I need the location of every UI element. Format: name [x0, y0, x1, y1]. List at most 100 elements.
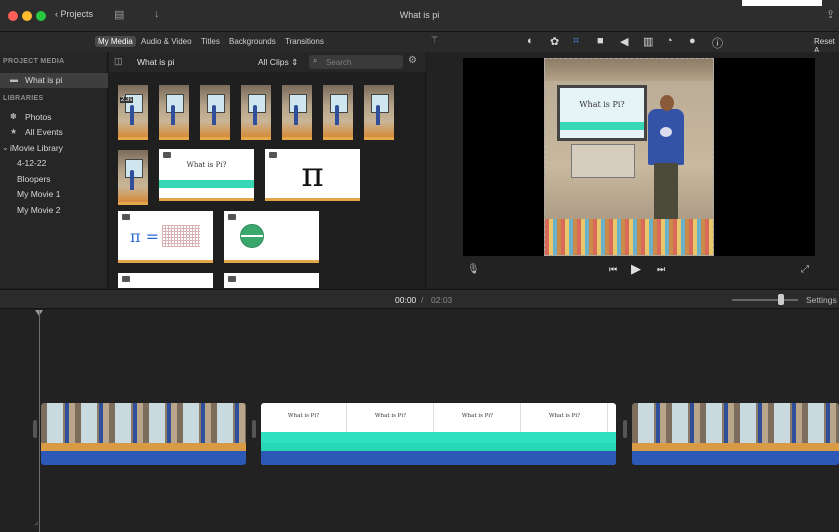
- sidebar-toggle-icon[interactable]: ◫: [114, 56, 123, 67]
- sidebar-item-event-4-12-22[interactable]: 4-12-22: [0, 156, 108, 171]
- media-clip-thumbnail[interactable]: [282, 85, 312, 140]
- slide-accent-band: [261, 432, 616, 443]
- sidebar-item-all-events[interactable]: ★ All Events: [0, 125, 108, 140]
- timeline-settings-button[interactable]: Settings: [806, 295, 837, 305]
- timeline-video-clip[interactable]: [632, 403, 839, 465]
- slide-thumbnail-partial[interactable]: [118, 273, 213, 288]
- media-clip-thumbnail[interactable]: [200, 85, 230, 140]
- search-input[interactable]: [326, 57, 398, 67]
- color-correction-icon[interactable]: ✿: [550, 35, 559, 48]
- magic-wand-icon[interactable]: ⚚: [430, 35, 439, 46]
- video-preview[interactable]: What is Pi?: [463, 58, 815, 256]
- media-browser: ◫ What is pi All Clips ⇕ ⌕ ⚙ 2.3s What i…: [109, 52, 426, 288]
- libraries-header: LIBRARIES: [3, 95, 44, 102]
- camera-icon: [122, 214, 130, 220]
- formula-slide-thumbnail[interactable]: π =: [118, 211, 213, 263]
- tv-cart: [571, 144, 635, 178]
- share-icon[interactable]: ⇪: [826, 8, 835, 21]
- camera-icon: [122, 276, 130, 282]
- playhead[interactable]: [39, 310, 40, 532]
- search-box[interactable]: ⌕: [309, 55, 403, 69]
- clip-filter-icon[interactable]: ●: [689, 35, 696, 47]
- preview-viewer: What is Pi? 🎙 ⏮ ▶ ⏭ ⤢: [427, 52, 839, 288]
- clip-trim-handle[interactable]: [33, 420, 37, 438]
- timecode-separator: /: [421, 295, 424, 305]
- top-edge-highlight: [742, 0, 822, 6]
- tab-backgrounds[interactable]: Backgrounds: [226, 36, 279, 47]
- circle-graphic: [240, 224, 264, 248]
- current-timecode: 00:00: [395, 295, 417, 305]
- play-icon[interactable]: ▶: [631, 261, 641, 277]
- timeline-title-clip[interactable]: What is Pi? What is Pi? What is Pi? What…: [261, 403, 616, 465]
- board-accent-band: [560, 122, 644, 130]
- gear-icon[interactable]: ⚙: [408, 55, 417, 66]
- project-media-header: PROJECT MEDIA: [3, 58, 65, 65]
- timeline[interactable]: What is Pi? What is Pi? What is Pi? What…: [0, 310, 839, 532]
- clip-filter-dropdown[interactable]: All Clips ⇕: [258, 57, 298, 68]
- sidebar-item-my-movie-1[interactable]: My Movie 1: [0, 187, 108, 202]
- star-icon: ★: [10, 127, 18, 136]
- noise-reduction-icon[interactable]: ▥: [643, 35, 653, 48]
- sidebar-item-photos[interactable]: ✽ Photos: [0, 110, 108, 125]
- disclosure-chevron-icon: ⌄: [2, 143, 9, 152]
- media-clip-thumbnail[interactable]: [241, 85, 271, 140]
- media-clip-thumbnail[interactable]: 2.3s: [118, 85, 148, 140]
- photos-icon: ✽: [10, 112, 17, 121]
- skip-forward-icon[interactable]: ⏭: [657, 264, 665, 275]
- skip-back-icon[interactable]: ⏮: [609, 264, 617, 275]
- volume-icon[interactable]: ◀: [620, 35, 628, 48]
- clip-audio-waveform: [41, 451, 246, 465]
- wall: [545, 59, 713, 81]
- media-browser-title: What is pi: [137, 57, 175, 67]
- clip-trim-handle[interactable]: [623, 420, 627, 438]
- presenter-legs: [654, 163, 678, 227]
- clip-filmstrip: [632, 403, 839, 443]
- presenter-head: [660, 95, 674, 111]
- slide-thumbnail-partial[interactable]: [224, 273, 319, 288]
- info-icon[interactable]: ⓘ: [712, 35, 723, 51]
- microphone-icon[interactable]: 🎙: [467, 264, 480, 275]
- sidebar-item-my-movie-2[interactable]: My Movie 2: [0, 203, 108, 218]
- clip-duration-badge: 2.3s: [120, 97, 134, 103]
- display-board: What is Pi?: [557, 85, 647, 141]
- title-slide-thumbnail[interactable]: What is Pi?: [159, 149, 254, 201]
- slide-accent-band: [159, 180, 254, 188]
- clip-audio-waveform: [261, 451, 616, 465]
- clip-audio-bar: [632, 443, 839, 451]
- clip-trim-handle[interactable]: [252, 420, 256, 438]
- clip-filmstrip: [41, 403, 246, 443]
- fullscreen-icon[interactable]: ⤢: [801, 264, 809, 275]
- sidebar-item-imovie-library[interactable]: ⌄ iMovie Library: [0, 141, 108, 156]
- media-clip-thumbnail[interactable]: [159, 85, 189, 140]
- sidebar-item-project[interactable]: ▬ What is pi: [0, 73, 108, 88]
- clip-audio-bar: [41, 443, 246, 451]
- tab-audio-video[interactable]: Audio & Video: [138, 36, 195, 47]
- stabilization-icon[interactable]: ■: [597, 35, 604, 47]
- timeline-video-clip[interactable]: [41, 403, 246, 465]
- crop-icon[interactable]: ⌗: [573, 35, 579, 48]
- sidebar-item-bloopers[interactable]: Bloopers: [0, 172, 108, 187]
- color-balance-icon[interactable]: ◐: [527, 35, 534, 47]
- zoom-slider-knob[interactable]: [778, 294, 784, 305]
- camera-icon: [163, 152, 171, 158]
- clip-audio-waveform: [632, 451, 839, 465]
- camera-icon: [228, 214, 236, 220]
- tab-transitions[interactable]: Transitions: [282, 36, 327, 47]
- timeline-header: 00:00 / 02:03 Settings: [0, 289, 839, 309]
- camera-icon: [228, 276, 236, 282]
- timeline-zoom-slider[interactable]: [732, 299, 798, 301]
- media-clip-thumbnail[interactable]: [118, 150, 148, 205]
- circle-slide-thumbnail[interactable]: [224, 211, 319, 263]
- media-clip-thumbnail[interactable]: [323, 85, 353, 140]
- video-frame: What is Pi?: [544, 58, 714, 256]
- corner-grip-icon: ⌟: [34, 516, 39, 526]
- tab-my-media[interactable]: My Media: [95, 36, 136, 47]
- tab-titles[interactable]: Titles: [198, 36, 223, 47]
- total-duration: 02:03: [431, 295, 453, 305]
- pi-slide-thumbnail[interactable]: π: [265, 149, 360, 201]
- speed-icon[interactable]: ◔: [666, 35, 673, 47]
- media-clip-thumbnail[interactable]: [364, 85, 394, 140]
- rug: [545, 219, 713, 255]
- presenter-body: [648, 109, 684, 165]
- grid-graphic: [162, 225, 200, 247]
